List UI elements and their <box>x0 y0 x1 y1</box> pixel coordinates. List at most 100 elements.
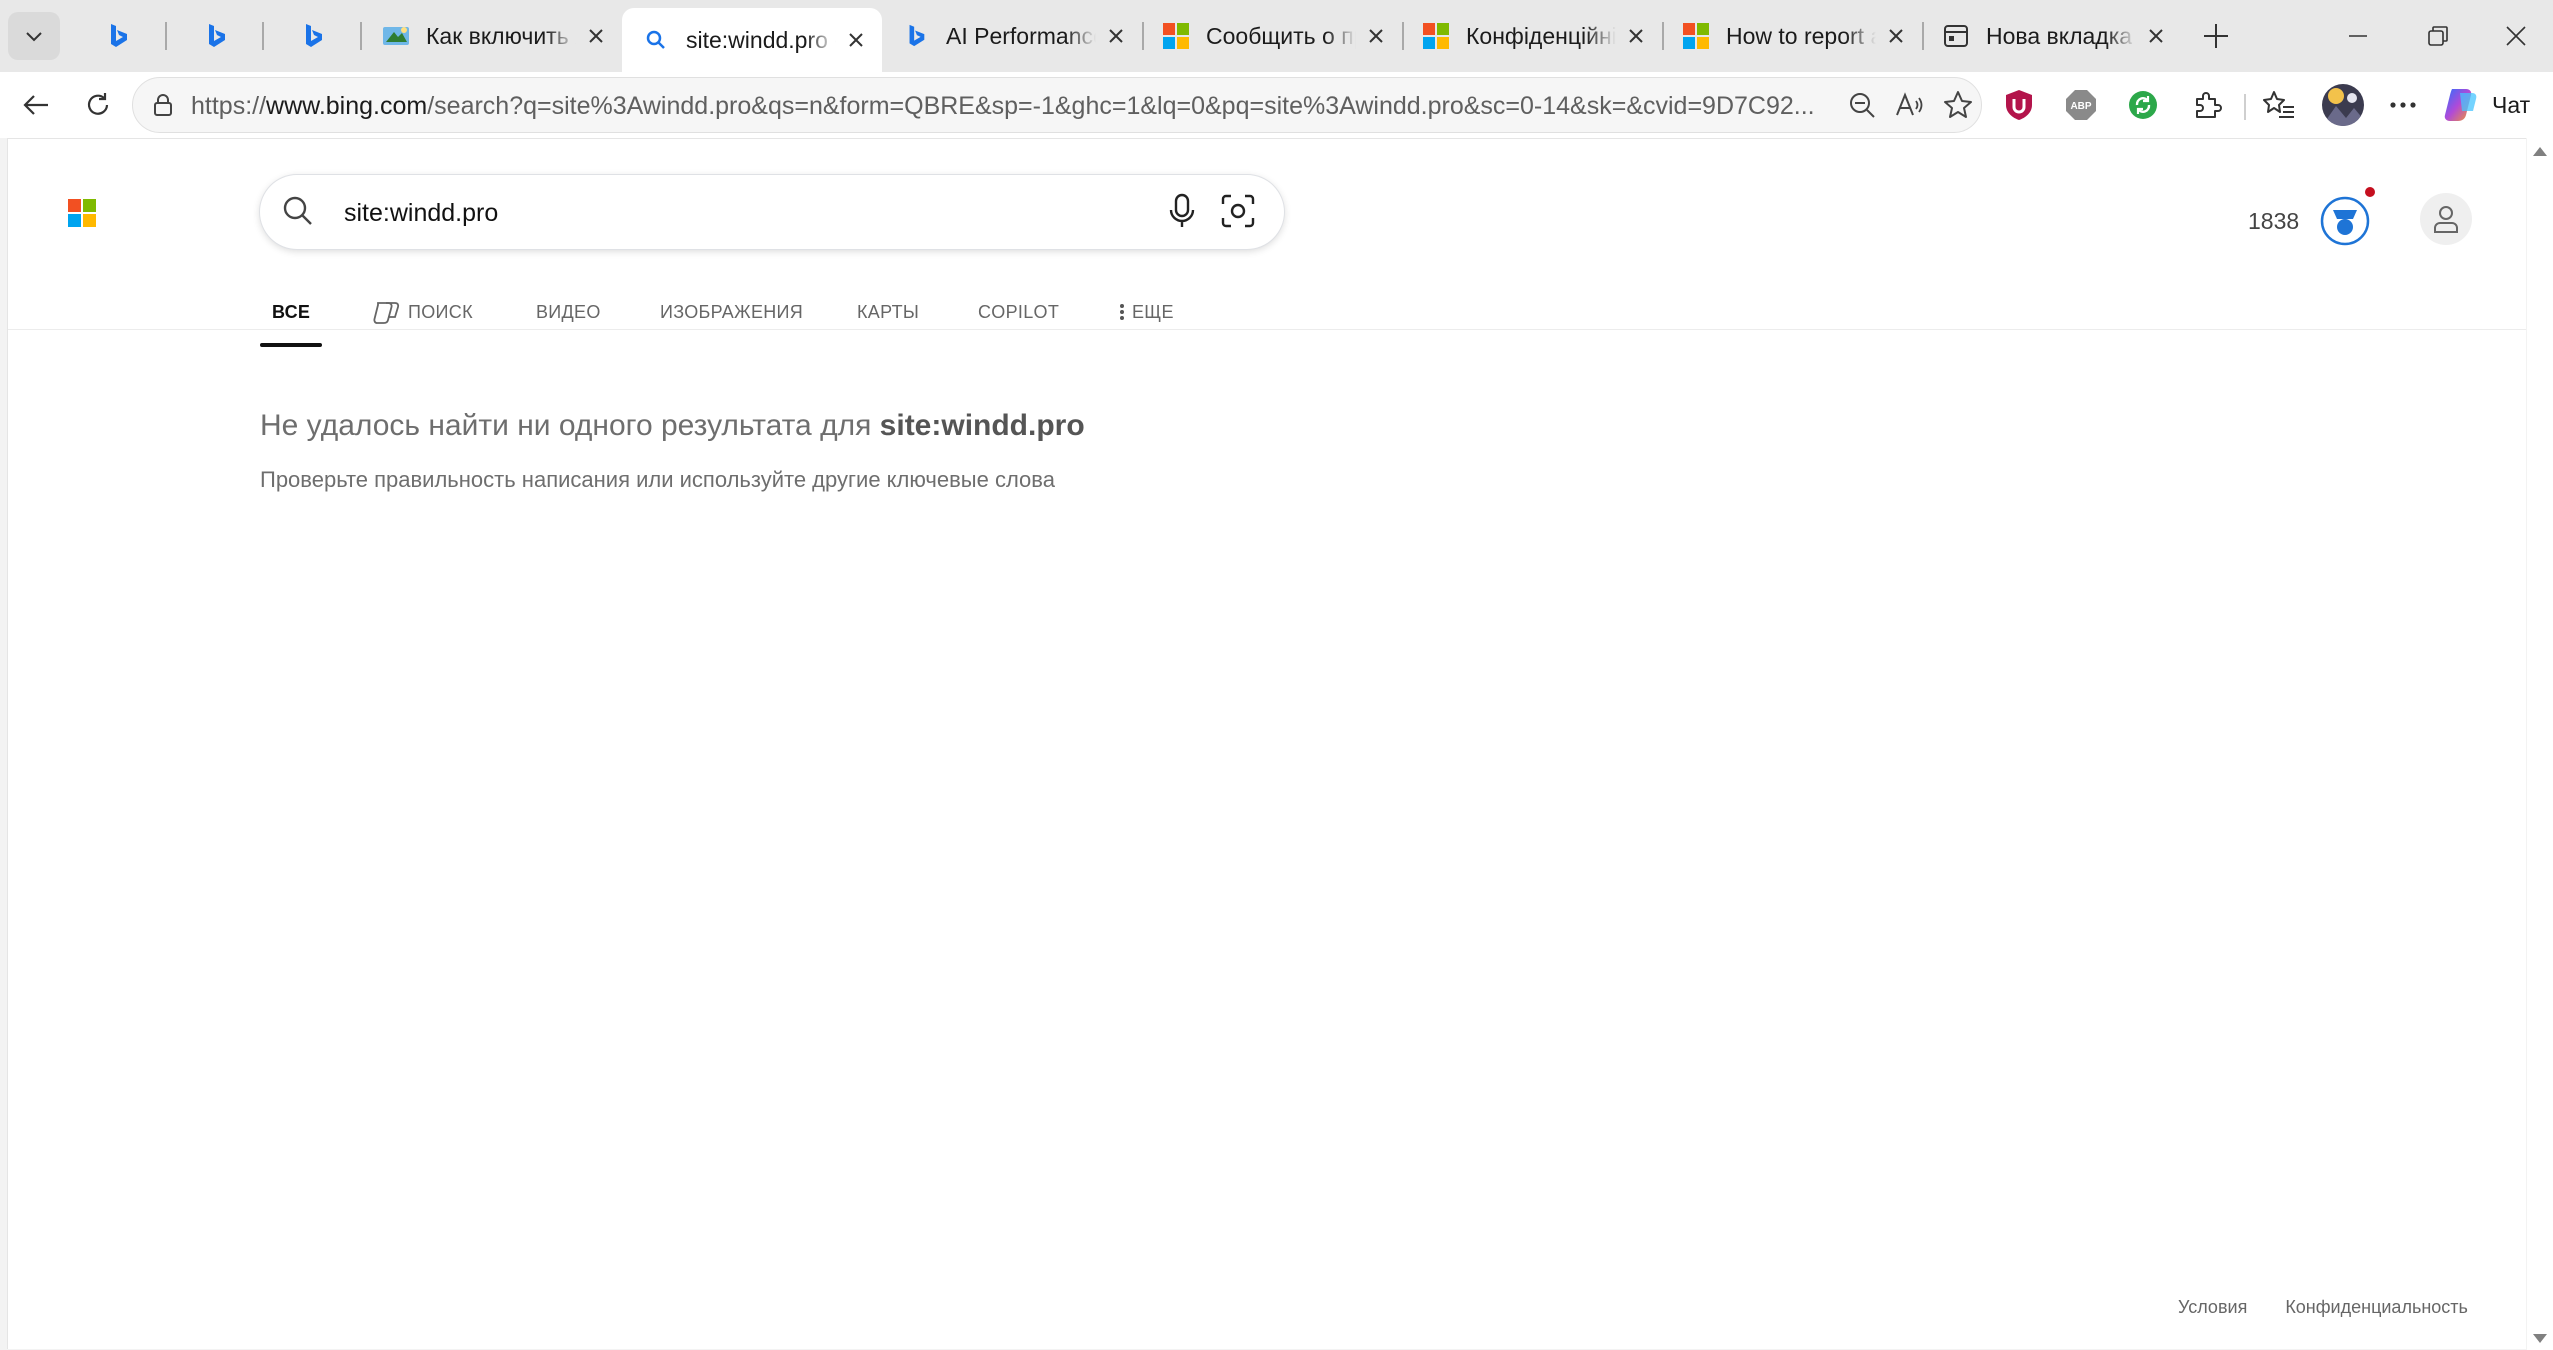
tab-privacy[interactable]: Конфіденційність <box>1402 6 1662 66</box>
microsoft-logo-icon <box>1422 22 1450 50</box>
scroll-up-arrow-icon[interactable] <box>2533 146 2547 156</box>
favorite-star-icon[interactable] <box>1941 88 1975 122</box>
close-tab-icon[interactable] <box>1102 22 1130 50</box>
search-icon[interactable] <box>280 193 316 234</box>
tab-title: Нова вкладка <box>1986 22 2133 49</box>
scope-all[interactable]: ВСЕ <box>260 277 323 347</box>
tab-active-search[interactable]: site:windd.pro - Поиск <box>622 8 882 72</box>
address-bar[interactable]: https://www.bing.com/search?q=site%3Awin… <box>132 77 1982 133</box>
minimize-button[interactable] <box>2318 0 2398 72</box>
svg-text:ABP: ABP <box>2070 101 2091 112</box>
tab-actions-menu-button[interactable] <box>8 12 60 60</box>
tab-title: AI Performance - Поиск <box>946 22 1096 49</box>
microsoft-logo-icon <box>1162 22 1190 50</box>
windows-site-icon <box>382 22 410 50</box>
toolbar-separator <box>2244 94 2246 120</box>
scope-search[interactable]: ПОИСК <box>372 277 473 347</box>
microphone-icon[interactable] <box>1165 193 1199 234</box>
copilot-chat-button[interactable]: Чат <box>2440 81 2546 129</box>
tab-ai-performance-search[interactable]: AI Performance - Поиск <box>882 6 1142 66</box>
url-scheme: https:// <box>191 92 267 120</box>
favorites-list-icon[interactable] <box>2260 86 2298 124</box>
no-results-query: site:windd.pro <box>879 409 1085 442</box>
new-tab-button[interactable] <box>2176 0 2256 72</box>
refresh-button[interactable] <box>74 81 122 129</box>
arrow-left-icon <box>23 95 48 115</box>
tab-pinned-bing-2[interactable] <box>168 6 264 66</box>
bing-icon <box>902 22 930 50</box>
minimize-icon <box>2349 35 2367 37</box>
scope-more[interactable]: ЕЩЕ <box>1118 277 1174 347</box>
close-window-button[interactable] <box>2478 0 2553 72</box>
person-icon <box>2434 206 2458 233</box>
tab-pinned-bing-3[interactable] <box>265 6 361 66</box>
close-tab-icon[interactable] <box>1362 22 1390 50</box>
tab-strip: Как включить AI Performance site:windd.p… <box>0 0 2553 72</box>
scope-label: ИЗОБРАЖЕНИЯ <box>660 301 804 322</box>
new-tab-page-icon <box>1942 22 1970 50</box>
copilot-icon <box>2444 89 2477 121</box>
search-input[interactable] <box>342 189 1126 237</box>
sync-extension-icon[interactable] <box>2124 86 2162 124</box>
tab-title: Сообщить о проблеме <box>1206 22 1356 49</box>
microsoft-logo-icon <box>1682 22 1710 50</box>
scope-maps[interactable]: КАРТЫ <box>857 277 919 347</box>
plus-icon <box>2204 24 2228 48</box>
copilot-label: Чат <box>2492 91 2531 118</box>
tab-title: How to report a concern <box>1726 22 1876 49</box>
close-tab-icon[interactable] <box>1622 22 1650 50</box>
extensions-puzzle-icon[interactable] <box>2188 86 2226 124</box>
url-host: www.bing.com <box>266 92 428 120</box>
more-options-icon[interactable] <box>2384 86 2422 124</box>
read-aloud-icon[interactable] <box>1893 88 1927 122</box>
tab-new-tab[interactable]: Нова вкладка <box>1922 6 2182 66</box>
ublock-extension-icon[interactable] <box>2000 86 2038 124</box>
tab-report-concern[interactable]: How to report a concern <box>1662 6 1922 66</box>
bing-icon <box>111 24 127 47</box>
rewards-medal-icon[interactable] <box>2319 187 2376 247</box>
browser-toolbar: https://www.bing.com/search?q=site%3Awin… <box>0 72 2553 138</box>
footer-privacy-link[interactable]: Конфиденциальность <box>2285 1297 2468 1318</box>
vertical-scrollbar[interactable] <box>2527 138 2553 1350</box>
tab-title: Как включить AI Performance <box>426 22 576 49</box>
restore-button[interactable] <box>2398 0 2478 72</box>
close-tab-icon[interactable] <box>582 22 610 50</box>
lock-icon[interactable] <box>149 91 177 119</box>
tab-report-problem[interactable]: Сообщить о проблеме <box>1142 6 1402 66</box>
url-path: /search?q=site%3Awindd.pro&qs=n&form=QBR… <box>427 92 1815 120</box>
microsoft-logo[interactable] <box>68 199 96 227</box>
tab-title: site:windd.pro - Поиск <box>686 26 836 53</box>
restore-icon <box>2428 26 2448 46</box>
profile-avatar[interactable] <box>2322 84 2364 126</box>
chevron-down-icon <box>26 32 42 42</box>
search-box[interactable] <box>260 175 1284 249</box>
page-footer: Условия Конфиденциальность <box>2178 1297 2468 1318</box>
no-results-message: Не удалось найти ни одного результата дл… <box>260 409 1085 493</box>
tab-title: Конфіденційність <box>1466 22 1616 49</box>
scope-label: ВСЕ <box>272 301 311 322</box>
zoom-out-icon[interactable] <box>1845 88 1879 122</box>
scope-label: КАРТЫ <box>857 301 920 322</box>
scope-copilot[interactable]: COPILOT <box>978 277 1059 347</box>
tab-ai-performance-guide[interactable]: Как включить AI Performance <box>362 6 622 66</box>
refresh-icon <box>87 93 109 115</box>
scope-video[interactable]: ВИДЕО <box>536 277 601 347</box>
rewards-widget[interactable]: 1838 <box>2248 187 2376 247</box>
rewards-points: 1838 <box>2248 207 2300 234</box>
visual-search-icon[interactable] <box>1220 193 1256 234</box>
url-text[interactable]: https://www.bing.com/search?q=site%3Awin… <box>191 92 1831 121</box>
scope-label: ВИДЕО <box>536 301 601 322</box>
adblock-plus-extension-icon[interactable]: ABP <box>2062 86 2100 124</box>
tab-pinned-bing-1[interactable] <box>70 6 166 66</box>
scroll-down-arrow-icon[interactable] <box>2533 1334 2547 1344</box>
scope-images[interactable]: ИЗОБРАЖЕНИЯ <box>660 277 803 347</box>
search-icon <box>642 26 670 54</box>
close-tab-icon[interactable] <box>1882 22 1910 50</box>
sign-in-profile-button[interactable] <box>2420 193 2472 245</box>
avatar-photo-icon <box>2322 84 2364 126</box>
footer-terms-link[interactable]: Условия <box>2178 1297 2247 1318</box>
scope-label: ПОИСК <box>408 301 473 322</box>
back-button[interactable] <box>12 81 60 129</box>
close-tab-icon[interactable] <box>842 26 870 54</box>
close-tab-icon[interactable] <box>2142 22 2170 50</box>
